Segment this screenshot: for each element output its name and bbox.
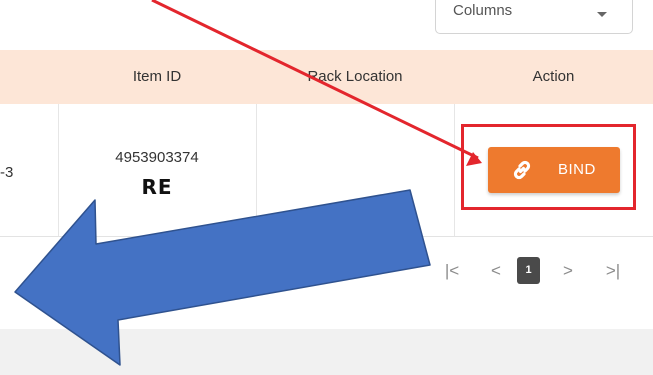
chevron-right-icon[interactable]: >: [560, 258, 576, 284]
first-page-icon[interactable]: |<: [442, 258, 462, 284]
chevron-down-icon: [597, 12, 607, 17]
truncated-cell: -3: [0, 164, 14, 181]
cell-divider: [256, 104, 257, 236]
column-header-item-id[interactable]: Item ID: [58, 50, 256, 104]
column-header-rack-location[interactable]: Rack Location: [256, 50, 454, 104]
column-header-action: Action: [532, 68, 575, 85]
current-page-button[interactable]: 1: [517, 257, 540, 284]
highlight-box: [461, 124, 636, 210]
columns-select[interactable]: Columns: [435, 0, 633, 34]
item-id-value: 4953903374: [115, 149, 199, 166]
table-header-row: Item ID Rack Location Action: [0, 50, 653, 104]
chevron-left-icon[interactable]: <: [488, 258, 504, 284]
cell-divider: [58, 104, 59, 236]
table-footer-band: [0, 329, 653, 375]
last-page-icon[interactable]: >|: [603, 258, 623, 284]
item-badge: RE: [141, 175, 173, 199]
columns-select-label: Columns: [453, 2, 513, 19]
cell-divider: [454, 104, 455, 236]
